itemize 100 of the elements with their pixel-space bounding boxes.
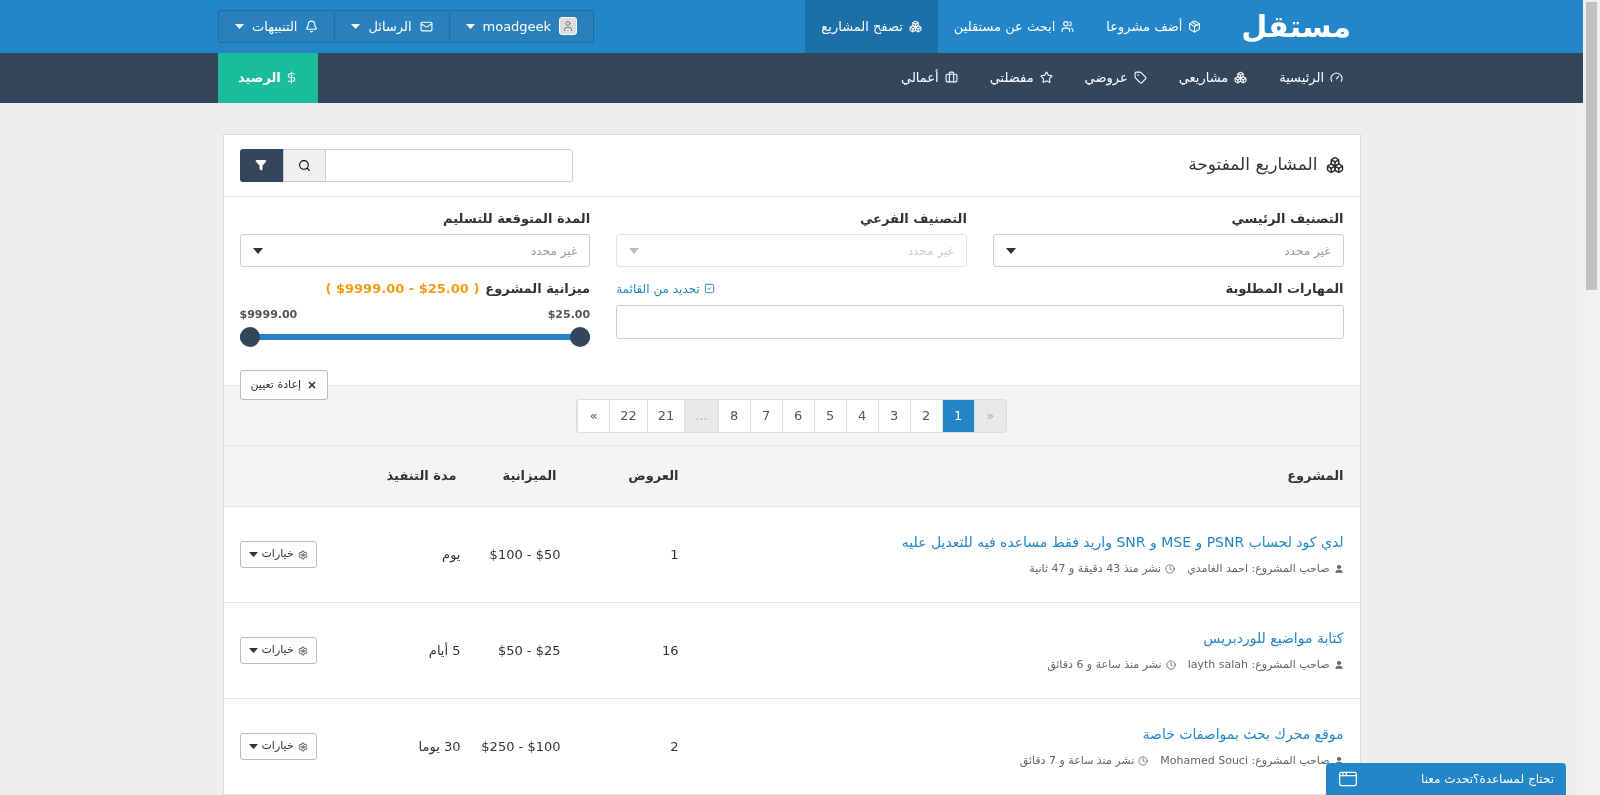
field-label: التصنيف الرئيسي [1230, 209, 1344, 228]
clock-icon [1165, 660, 1176, 670]
nav-link[interactable]: تصفح المشاريع [805, 0, 938, 53]
nav-link[interactable]: مشاريعي [1162, 67, 1264, 88]
nav-icon [908, 19, 922, 33]
options-button[interactable]: خيارات [239, 733, 317, 760]
panel-title: المشاريع المفتوحة [1188, 152, 1344, 178]
select-from-list-link[interactable]: تحديد من القائمة [616, 279, 715, 298]
nav-icon [1061, 19, 1075, 33]
caret-icon [351, 23, 361, 29]
nav-icon [1188, 19, 1202, 33]
gear-icon [297, 549, 308, 560]
caret-icon [248, 552, 258, 557]
budget-cell-text: $100 - $250 [480, 737, 562, 756]
user-icon [1333, 564, 1344, 574]
field-label: المدة المتوقعة للتسليم [442, 209, 591, 228]
page-button[interactable]: 21 [646, 399, 685, 432]
nav-link[interactable]: الرئيسية [1263, 67, 1359, 88]
bell-icon [305, 19, 319, 33]
nav-icon [1039, 71, 1053, 85]
page-button[interactable]: 5 [813, 399, 846, 432]
budget-cell-text: $50 - $100 [488, 545, 562, 564]
column-header: المشروع [1286, 467, 1345, 486]
search-button[interactable] [282, 148, 325, 182]
menu-dropdown[interactable]: moadgeek [449, 10, 594, 42]
caret-icon [235, 23, 244, 29]
page-button[interactable]: 22 [609, 399, 647, 432]
page-button[interactable]: 3 [877, 399, 910, 432]
caret-icon [252, 247, 263, 254]
mail-icon [419, 19, 433, 33]
caret-icon [629, 247, 640, 254]
page-button[interactable]: 1 [941, 399, 974, 432]
bids-cell-text: 1 [669, 545, 680, 564]
project-owner: صاحب المشروع: layth salah [1187, 656, 1330, 673]
column-header: مدة التنفيذ [385, 467, 458, 486]
gear-icon [297, 645, 308, 656]
close-icon [307, 380, 317, 390]
menu-dropdown[interactable]: التنبيهات [219, 10, 336, 42]
column-header: العروض [627, 467, 680, 486]
budget-slider[interactable] [239, 327, 591, 347]
caret-icon [248, 648, 258, 653]
caret-icon [248, 744, 258, 749]
caret-icon [465, 23, 475, 29]
nav-link[interactable]: عروضي [1068, 67, 1163, 88]
duration-cell-text: 30 يوما [417, 737, 462, 757]
cubes-icon [1325, 156, 1344, 174]
select-placeholder: غير محدد [531, 242, 578, 260]
skills-field[interactable] [616, 304, 1344, 339]
budget-cell-text: $25 - $50 [496, 641, 562, 660]
slider-max-label: $9999.00 [239, 306, 298, 323]
filter-icon [255, 159, 267, 171]
bids-cell-text: 16 [660, 641, 680, 660]
page-button[interactable]: » [577, 399, 610, 432]
slider-thumb[interactable] [239, 327, 260, 347]
menu-dropdown[interactable]: الرسائل [335, 10, 450, 42]
project-title-link[interactable]: لدي كود لحساب PSNR و MSE و SNR واريد فقط مساعده فيه للتعديل عليه [710, 531, 1344, 553]
logo[interactable]: مستقل [1241, 3, 1351, 49]
caret-icon [1005, 247, 1016, 254]
clock-icon [1165, 564, 1176, 574]
duration-cell-text: 5 أيام [427, 641, 462, 660]
slider-min-label: $25.00 [547, 306, 591, 323]
nav-icon [1133, 71, 1147, 85]
window-icon [1338, 769, 1358, 789]
page-button[interactable]: 4 [845, 399, 878, 432]
select-placeholder: غير محدد [1284, 242, 1331, 260]
field-label: التصنيف الفرعي [858, 209, 967, 228]
nav-link[interactable]: أضف مشروعا [1090, 0, 1218, 53]
gear-icon [297, 741, 308, 752]
nav-icon [1330, 71, 1343, 85]
clock-icon [1138, 756, 1149, 766]
page-button[interactable]: 6 [781, 399, 814, 432]
page-button[interactable]: 7 [749, 399, 782, 432]
filter-button[interactable] [239, 148, 283, 182]
field-label: ميزانية المشروع [485, 280, 591, 298]
search-icon [297, 158, 311, 172]
field-label: المهارات المطلوبة [1225, 280, 1344, 298]
search-field[interactable] [324, 148, 573, 182]
page-button[interactable]: 8 [717, 399, 750, 432]
nav-link[interactable]: مفضلتي [973, 67, 1069, 88]
nav-link[interactable]: أعمالي [885, 67, 974, 88]
column-header: الميزانية [501, 467, 558, 486]
options-button[interactable]: خيارات [239, 637, 317, 664]
reset-button[interactable]: إعادة تعيين [239, 370, 328, 400]
checkbox-icon [703, 283, 715, 295]
project-title-link[interactable]: كتابة مواضيع للوردبريس [710, 627, 1344, 649]
project-title-link[interactable]: موقع محرك بحث بمواصفات خاصة [710, 723, 1344, 745]
nav-link[interactable]: ابحث عن مستقلين [937, 0, 1091, 53]
posted-time: نشر منذ ساعة و 6 دقائق [1047, 656, 1162, 673]
chat-widget[interactable]: تحتاج لمساعدة؟تحدث معنا [1326, 763, 1566, 795]
nav-icon [944, 71, 958, 85]
duration-cell-text: يوم [441, 545, 462, 565]
user-icon [1333, 660, 1344, 670]
posted-time: نشر منذ 43 دقيقة و 47 ثانية [1029, 560, 1162, 577]
page-button[interactable]: 2 [909, 399, 942, 432]
project-owner: صاحب المشروع: احمد الغامدي [1187, 560, 1330, 577]
posted-time: نشر منذ ساعة و 7 دقائق [1019, 752, 1135, 769]
slider-thumb[interactable] [570, 327, 591, 347]
budget-range: ( $25.00 - $9999.00 ) [325, 280, 480, 298]
avatar-icon [559, 17, 578, 36]
options-button[interactable]: خيارات [239, 541, 317, 568]
